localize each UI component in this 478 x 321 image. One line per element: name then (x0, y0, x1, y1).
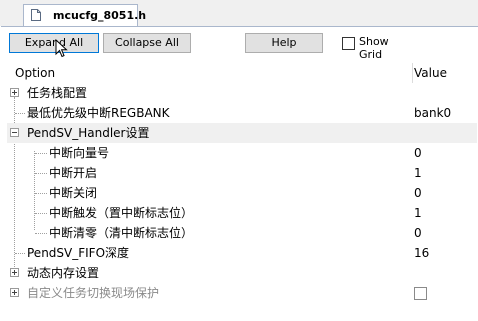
expand-icon[interactable] (10, 268, 19, 277)
row-value[interactable]: 1 (414, 203, 422, 223)
column-header-value: Value (414, 66, 447, 80)
tree-connector (35, 213, 47, 214)
row-label: 最低优先级中断REGBANK (27, 106, 170, 120)
tree-row-custom-context-save[interactable]: 自定义任务切换现场保护 (7, 283, 477, 303)
row-value[interactable]: 1 (414, 163, 422, 183)
tree-row-pendsv-handler[interactable]: PendSV_Handler设置 (7, 123, 477, 143)
tab-mcucfg-8051-h[interactable]: mcucfg_8051.h (23, 4, 146, 26)
expand-all-button[interactable]: Expand All (9, 33, 99, 53)
tree-connector (15, 113, 25, 114)
tree-row-interrupt-enable[interactable]: 中断开启 1 (7, 163, 477, 183)
tree-row-interrupt-clear[interactable]: 中断清零（清中断标志位） 0 (7, 223, 477, 243)
tree-connector (35, 193, 47, 194)
editor-tabstrip: mcucfg_8051.h (0, 0, 478, 26)
tree-row-vector-number[interactable]: 中断向量号 0 (7, 143, 477, 163)
configuration-wizard-panel: Expand All Collapse All Help Show Grid O… (1, 26, 478, 321)
row-value[interactable]: 16 (414, 243, 429, 263)
row-value[interactable]: 0 (414, 183, 422, 203)
tree-connector (35, 153, 47, 154)
collapse-all-button[interactable]: Collapse All (103, 33, 191, 53)
expand-icon[interactable] (10, 88, 19, 97)
tree-connector (35, 173, 47, 174)
row-label: 动态内存设置 (27, 266, 100, 280)
row-label: 中断开启 (49, 166, 98, 180)
row-label: 中断向量号 (49, 146, 110, 160)
tree-connector (15, 253, 25, 254)
tree-row-interrupt-disable[interactable]: 中断关闭 0 (7, 183, 477, 203)
tab-title: mcucfg_8051.h (53, 9, 147, 22)
row-label: 中断触发（置中断标志位） (49, 206, 194, 220)
tree-row-dynamic-memory[interactable]: 动态内存设置 (7, 263, 477, 283)
tree-row-pendsv-fifo-depth[interactable]: PendSV_FIFO深度 16 (7, 243, 477, 263)
column-divider (412, 63, 413, 83)
tree-row-task-stack-config[interactable]: 任务栈配置 (7, 83, 477, 103)
expand-icon[interactable] (10, 288, 19, 297)
row-label: PendSV_FIFO深度 (27, 246, 130, 260)
tree-row-regbank[interactable]: 最低优先级中断REGBANK bank0 (7, 103, 477, 123)
row-value[interactable]: 0 (414, 223, 422, 243)
row-label: 自定义任务切换现场保护 (27, 286, 160, 300)
help-button[interactable]: Help (245, 33, 323, 53)
column-header-option: Option (15, 66, 56, 80)
file-icon (31, 9, 41, 21)
row-value[interactable]: bank0 (414, 103, 451, 123)
show-grid-label: Show Grid (359, 35, 389, 61)
show-grid-checkbox[interactable] (342, 37, 355, 50)
row-label: 任务栈配置 (27, 86, 88, 100)
row-value[interactable]: 0 (414, 143, 422, 163)
row-value-checkbox[interactable] (414, 287, 427, 300)
row-label: 中断关闭 (49, 186, 98, 200)
row-label: 中断清零（清中断标志位） (49, 226, 194, 240)
tree-connector (35, 233, 47, 234)
row-label: PendSV_Handler设置 (27, 126, 150, 140)
mouse-pointer-icon (55, 39, 68, 58)
collapse-icon[interactable] (10, 128, 19, 137)
tree-row-interrupt-trigger[interactable]: 中断触发（置中断标志位） 1 (7, 203, 477, 223)
